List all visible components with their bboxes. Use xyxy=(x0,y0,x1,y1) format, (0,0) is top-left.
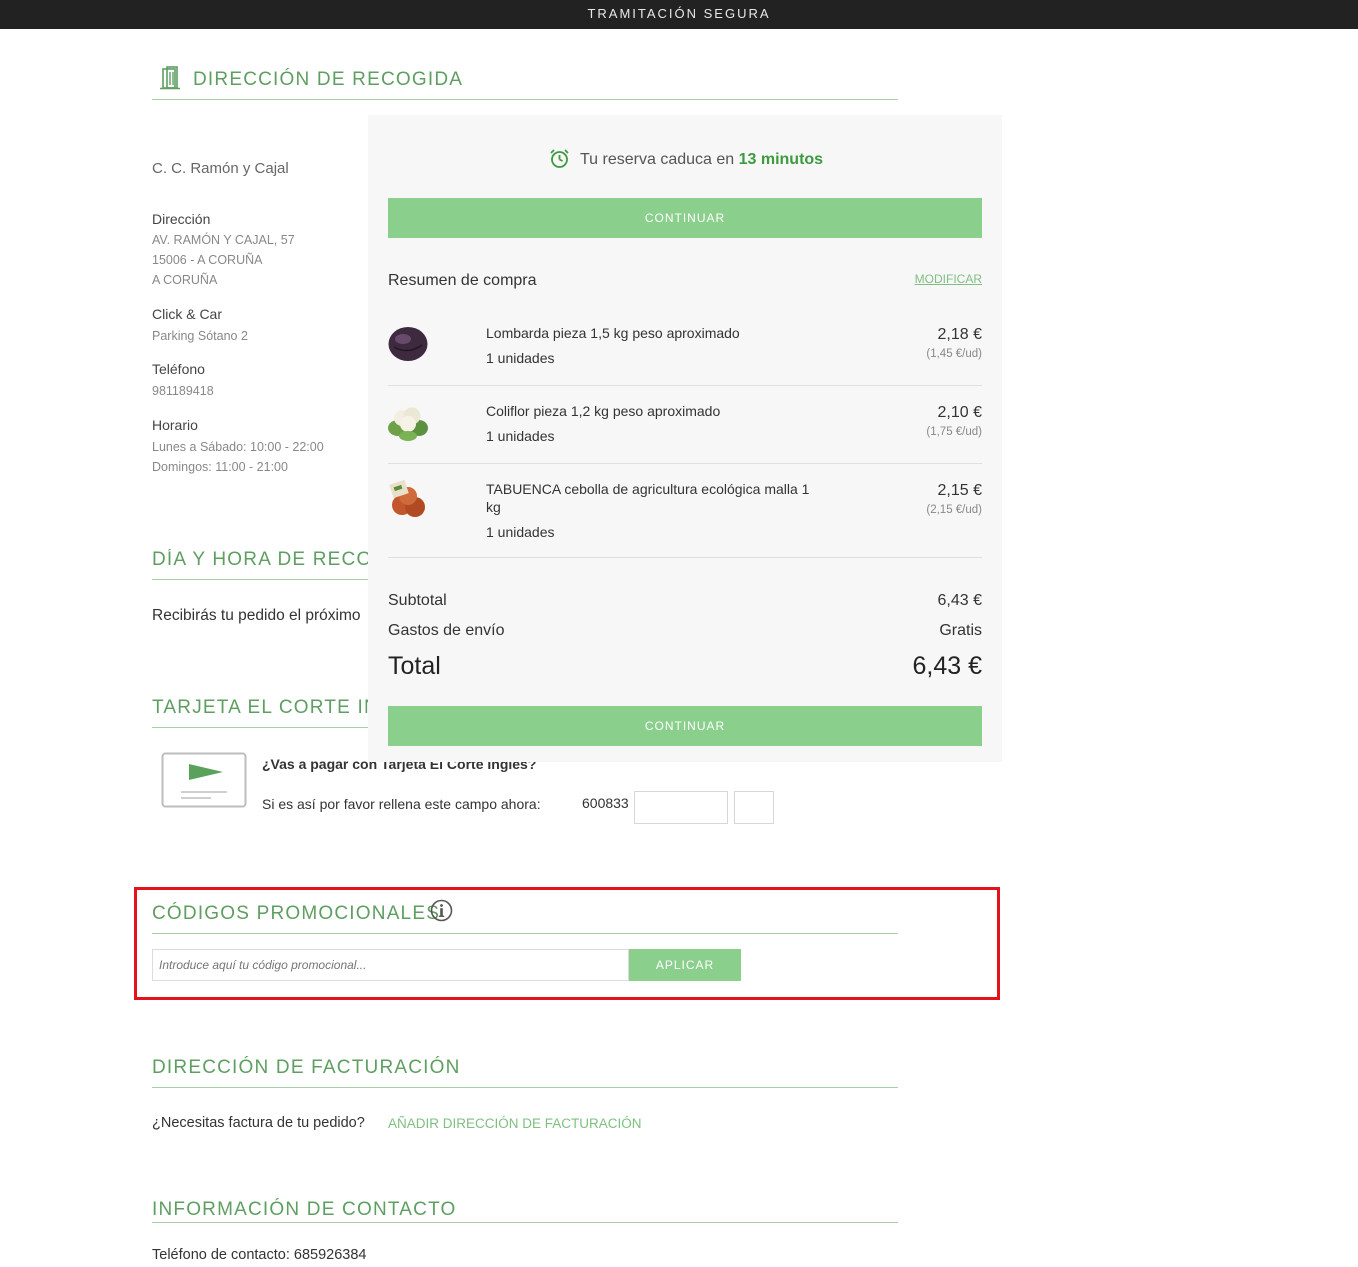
top-bar: TRAMITACIÓN SEGURA xyxy=(0,0,1358,29)
item-2-unit-price: (1,75 €/ud) xyxy=(926,426,982,438)
item-separator xyxy=(388,385,982,386)
product-image-onion-bag xyxy=(388,479,429,521)
product-image-cauliflower xyxy=(388,402,428,442)
address-label: Dirección xyxy=(152,211,211,227)
building-icon xyxy=(160,66,180,90)
item-separator xyxy=(388,557,982,558)
item-1-name: Lombarda pieza 1,5 kg peso aproximado xyxy=(486,325,740,341)
item-1-price: 2,18 € xyxy=(937,326,982,343)
alarm-clock-icon xyxy=(549,148,570,169)
store-name: C. C. Ramón y Cajal xyxy=(152,160,289,177)
item-3-qty: 1 unidades xyxy=(486,524,555,540)
promo-code-input[interactable] xyxy=(152,949,629,981)
item-2-qty: 1 unidades xyxy=(486,428,555,444)
hours-line-2: Domingos: 11:00 - 21:00 xyxy=(152,460,288,474)
pickup-time-text: Recibirás tu pedido el próximo xyxy=(152,607,361,624)
product-image-red-cabbage xyxy=(388,325,428,363)
card-section-title: TARJETA EL CORTE INGLÉS xyxy=(152,697,368,718)
item-3-unit-price: (2,15 €/ud) xyxy=(926,504,982,516)
item-1-unit-price: (1,45 €/ud) xyxy=(926,348,982,360)
card-check-digit-input[interactable] xyxy=(734,791,774,824)
card-instruction: Si es así por favor rellena este campo a… xyxy=(262,796,541,812)
item-3-name-line-2: kg xyxy=(486,499,501,515)
hours-label: Horario xyxy=(152,417,198,433)
item-3-price: 2,15 € xyxy=(937,482,982,499)
add-billing-address-link[interactable]: AÑADIR DIRECCIÓN DE FACTURACIÓN xyxy=(388,1116,642,1131)
item-2-price: 2,10 € xyxy=(937,404,982,421)
order-summary-panel: Tu reserva caduca en 13 minutos CONTINUA… xyxy=(368,115,1002,762)
secure-checkout-title: TRAMITACIÓN SEGURA xyxy=(587,6,771,21)
clickcar-label: Click & Car xyxy=(152,306,223,322)
subtotal-label: Subtotal xyxy=(388,592,447,609)
phone-label: Teléfono xyxy=(152,361,205,377)
contact-divider xyxy=(152,1222,898,1223)
billing-divider xyxy=(152,1087,898,1088)
item-1-qty: 1 unidades xyxy=(486,350,555,366)
pickup-section-title: DIRECCIÓN DE RECOGIDA xyxy=(193,69,464,90)
card-icon xyxy=(161,752,247,808)
continue-button-bottom[interactable]: CONTINUAR xyxy=(388,706,982,746)
info-icon[interactable] xyxy=(430,899,453,922)
hours-line-1: Lunes a Sábado: 10:00 - 22:00 xyxy=(152,440,324,454)
billing-section-title: DIRECCIÓN DE FACTURACIÓN xyxy=(152,1057,461,1078)
apply-promo-button[interactable]: APLICAR xyxy=(629,949,741,981)
total-label: Total xyxy=(388,652,441,680)
summary-title: Resumen de compra xyxy=(388,272,537,289)
timer-value: 13 minutos xyxy=(738,151,824,168)
pickup-time-section-title: DÍA Y HORA DE RECOGIDA xyxy=(152,549,368,570)
phone-value: 981189418 xyxy=(152,384,214,398)
contact-phone: Teléfono de contacto: 685926384 xyxy=(152,1247,367,1263)
total-value: 6,43 € xyxy=(912,652,982,680)
shipping-label: Gastos de envío xyxy=(388,622,505,639)
shipping-value: Gratis xyxy=(939,622,982,639)
continue-button-top[interactable]: CONTINUAR xyxy=(388,198,982,238)
item-separator xyxy=(388,463,982,464)
item-3-name-line-1: TABUENCA cebolla de agricultura ecológic… xyxy=(486,481,810,497)
address-line-3: A CORUÑA xyxy=(152,273,218,287)
promo-divider xyxy=(152,933,898,934)
contact-section-title: INFORMACIÓN DE CONTACTO xyxy=(152,1199,457,1220)
item-2-name: Coliflor pieza 1,2 kg peso aproximado xyxy=(486,403,721,419)
address-line-2: 15006 - A CORUÑA xyxy=(152,253,263,267)
card-prefix: 600833 xyxy=(582,795,629,811)
timer-prefix: Tu reserva caduca en xyxy=(580,151,735,168)
billing-question: ¿Necesitas factura de tu pedido? xyxy=(152,1115,365,1131)
subtotal-value: 6,43 € xyxy=(937,592,982,609)
clickcar-value: Parking Sótano 2 xyxy=(152,329,248,343)
address-line-1: AV. RAMÓN Y CAJAL, 57 xyxy=(152,233,295,247)
card-number-input[interactable] xyxy=(634,791,728,824)
pickup-divider xyxy=(152,99,898,100)
modify-link[interactable]: MODIFICAR xyxy=(915,272,982,286)
promo-section-title: CÓDIGOS PROMOCIONALES xyxy=(152,903,441,924)
